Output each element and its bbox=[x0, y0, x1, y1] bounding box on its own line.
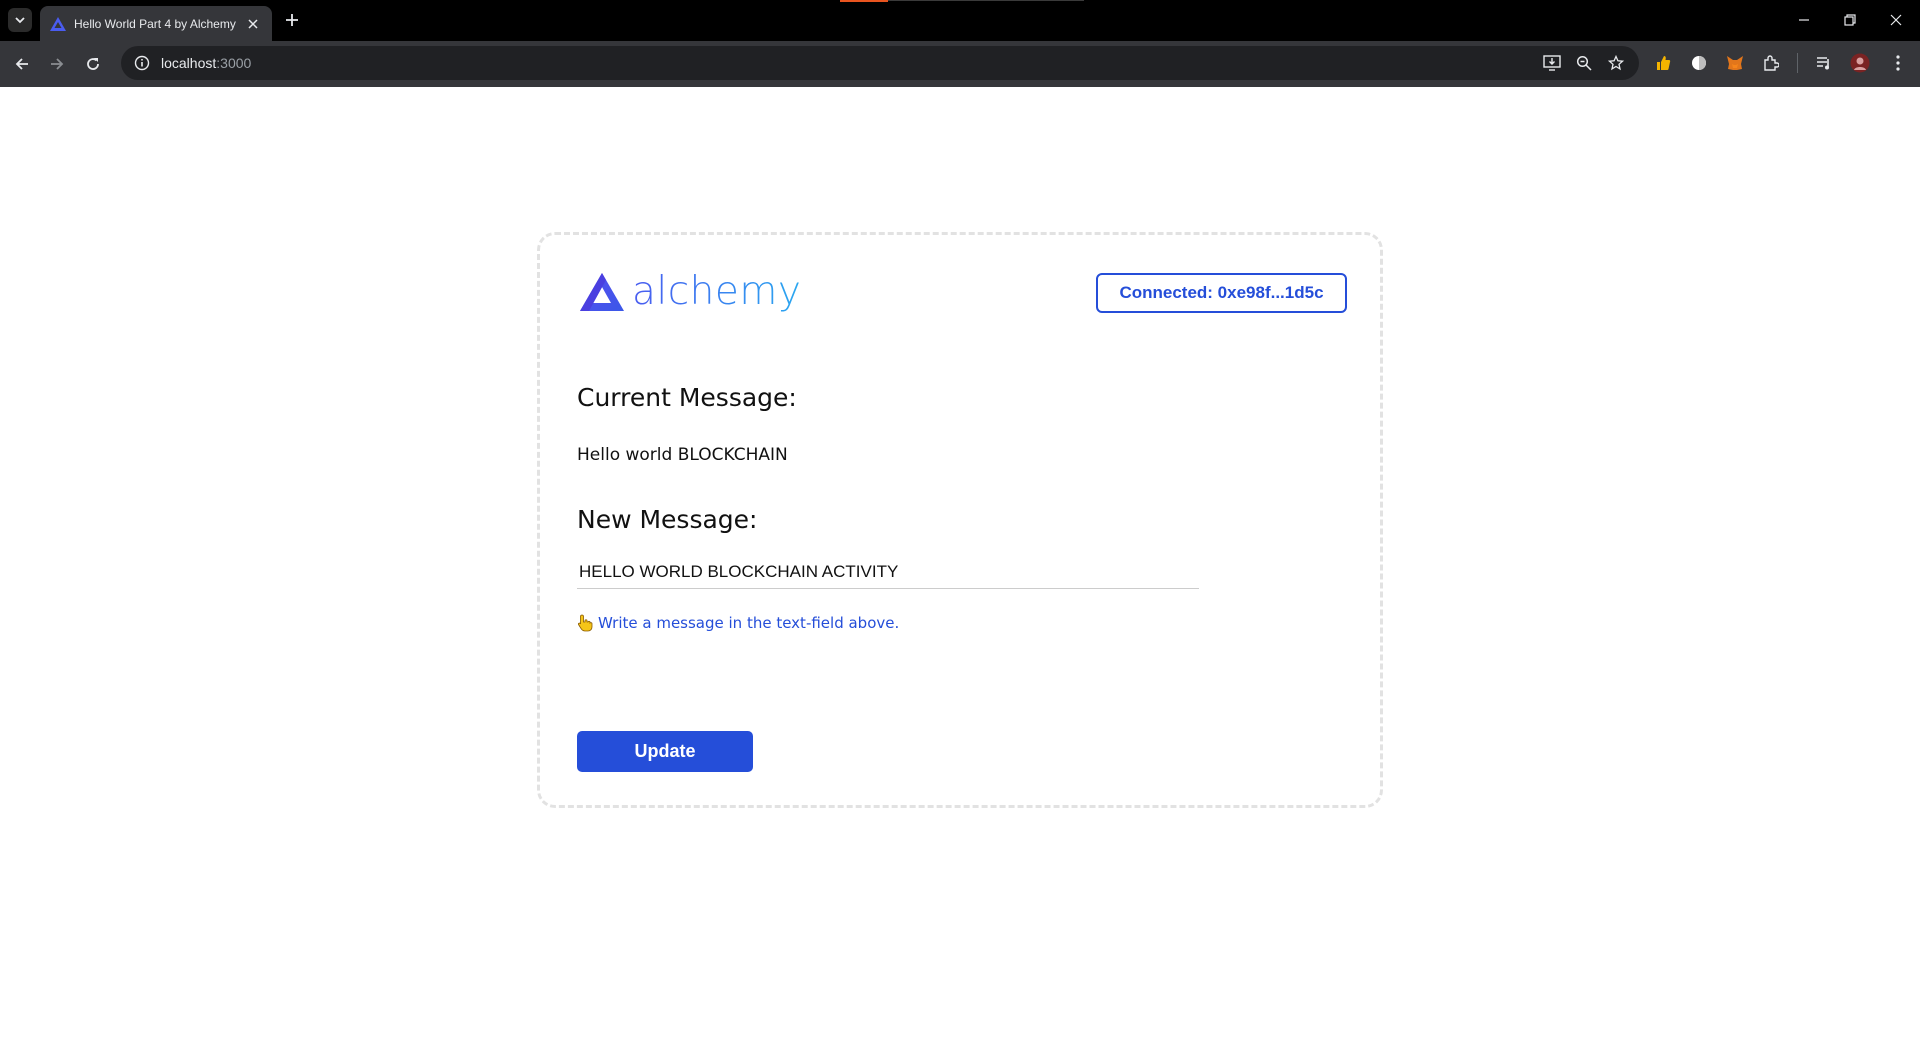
circle-extension-icon[interactable] bbox=[1688, 52, 1710, 74]
menu-dots-icon[interactable] bbox=[1887, 52, 1909, 74]
url-port: :3000 bbox=[216, 55, 252, 71]
alchemy-logo-text: alchemy bbox=[632, 269, 802, 314]
media-icon[interactable] bbox=[1813, 52, 1835, 74]
pointing-hand-icon bbox=[577, 613, 595, 633]
zoom-icon[interactable] bbox=[1575, 54, 1593, 72]
restore-icon bbox=[1844, 14, 1856, 26]
forward-arrow-icon bbox=[51, 58, 64, 70]
close-window-icon bbox=[1890, 14, 1902, 26]
new-message-input[interactable] bbox=[577, 555, 1199, 589]
back-arrow-icon bbox=[15, 58, 28, 70]
tab-strip: Hello World Part 4 by Alchemy bbox=[0, 0, 1920, 41]
page-viewport: alchemy Connected: 0xe98f...1d5c Current… bbox=[0, 87, 1920, 1051]
close-window-button[interactable] bbox=[1882, 8, 1910, 32]
install-app-icon[interactable] bbox=[1543, 54, 1561, 72]
new-tab-button[interactable] bbox=[280, 8, 304, 32]
forward-button[interactable] bbox=[45, 52, 69, 76]
status-message: Write a message in the text-field above. bbox=[577, 613, 899, 633]
active-tab[interactable]: Hello World Part 4 by Alchemy bbox=[40, 6, 272, 41]
new-message-heading: New Message: bbox=[577, 505, 758, 534]
minimize-icon bbox=[1799, 19, 1809, 21]
alchemy-logo: alchemy bbox=[580, 269, 801, 314]
browser-toolbar: localhost:3000 bbox=[0, 41, 1920, 87]
current-message-text: Hello world BLOCKCHAIN bbox=[577, 445, 788, 465]
thumbs-up-extension-icon[interactable] bbox=[1652, 52, 1674, 74]
minimize-button[interactable] bbox=[1790, 8, 1818, 32]
reload-icon bbox=[87, 58, 99, 70]
close-tab-button[interactable] bbox=[244, 15, 262, 33]
reload-button[interactable] bbox=[81, 52, 105, 76]
back-button[interactable] bbox=[10, 52, 34, 76]
toolbar-divider bbox=[1797, 53, 1798, 73]
restore-button[interactable] bbox=[1836, 8, 1864, 32]
url-host: localhost bbox=[161, 55, 217, 71]
site-info-icon[interactable] bbox=[133, 54, 151, 72]
profile-avatar-icon[interactable] bbox=[1849, 52, 1871, 74]
chevron-down-icon bbox=[15, 17, 25, 24]
tab-strip-accent bbox=[840, 0, 888, 2]
status-text: Write a message in the text-field above. bbox=[598, 614, 900, 632]
tab-search-button[interactable] bbox=[8, 8, 32, 32]
minter-card: alchemy Connected: 0xe98f...1d5c Current… bbox=[537, 232, 1383, 808]
extensions-icon[interactable] bbox=[1760, 52, 1782, 74]
close-icon bbox=[248, 18, 258, 29]
metamask-fox-icon[interactable] bbox=[1724, 52, 1746, 74]
omnibox-actions bbox=[1543, 54, 1625, 72]
plus-icon bbox=[286, 14, 298, 26]
bookmark-star-icon[interactable] bbox=[1607, 54, 1625, 72]
alchemy-favicon bbox=[50, 16, 66, 32]
alchemy-logo-mark-icon bbox=[580, 272, 624, 311]
address-bar[interactable]: localhost:3000 bbox=[121, 46, 1639, 80]
tab-strip-divider bbox=[888, 0, 1084, 1]
current-message-heading: Current Message: bbox=[577, 383, 797, 412]
tab-title: Hello World Part 4 by Alchemy bbox=[74, 16, 236, 31]
connect-wallet-button[interactable]: Connected: 0xe98f...1d5c bbox=[1096, 273, 1347, 313]
update-button[interactable]: Update bbox=[577, 731, 753, 772]
